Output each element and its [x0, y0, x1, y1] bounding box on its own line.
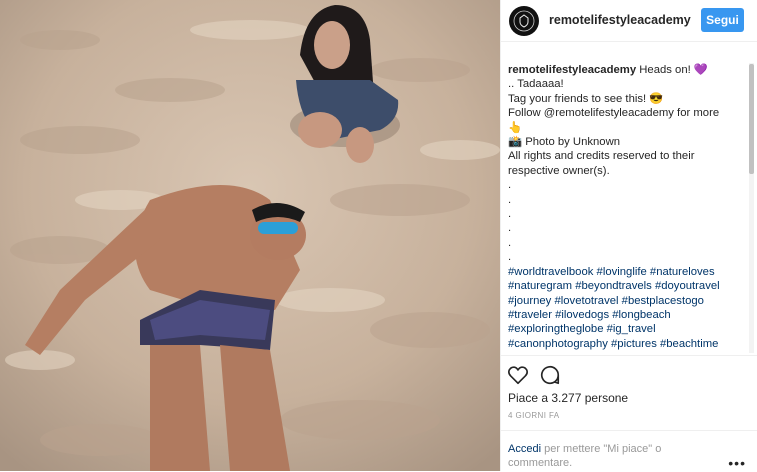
hashtag-line[interactable]: #journey #lovetotravel #bestplacestogo: [508, 294, 733, 308]
action-bar: [501, 355, 757, 385]
caption-line: 👆: [508, 121, 523, 134]
caption-line: 📸 Photo by Unknown: [508, 136, 621, 149]
post-date: 4 GIORNI FA: [508, 411, 560, 420]
caption-area: remotelifestyleacademy Heads on! 💜 .. Ta…: [508, 63, 733, 353]
comment-icon[interactable]: [539, 364, 561, 386]
heart-icon[interactable]: [507, 364, 529, 386]
post-sidebar: remotelifestyleacademy Segui remotelifes…: [500, 0, 757, 471]
add-comment-bar: Accedi per mettere "Mi piace" o commenta…: [501, 430, 757, 472]
caption-text: Heads on! 💜: [639, 64, 708, 76]
follow-button[interactable]: Segui: [701, 8, 744, 32]
caption-line: .: [508, 222, 512, 235]
likes-count[interactable]: Piace a 3.277 persone: [508, 391, 628, 405]
brand-logo-icon: [513, 10, 535, 32]
caption-line: Follow @remotelifestyleacademy for more: [508, 107, 720, 120]
caption-line: .: [508, 251, 512, 264]
hashtag-line[interactable]: #naturegram #beyondtravels #doyoutravel: [508, 279, 733, 293]
hashtag-line[interactable]: #worldtravelbook #lovinglife #naturelove…: [508, 265, 733, 279]
avatar[interactable]: [509, 6, 539, 36]
hashtag-line[interactable]: #exploringtheglobe #ig_travel: [508, 322, 733, 336]
post-photo[interactable]: [0, 0, 500, 471]
caption-lines: .. Tadaaaa! Tag your friends to see this!…: [508, 77, 733, 264]
more-options-icon[interactable]: •••: [728, 455, 746, 471]
caption-username[interactable]: remotelifestyleacademy: [508, 64, 636, 76]
caption-line: .: [508, 179, 512, 192]
caption-line: All rights and credits reserved to their: [508, 150, 695, 163]
beach-photo: [0, 0, 500, 471]
post-header: remotelifestyleacademy Segui: [501, 0, 757, 42]
add-comment-text: Accedi per mettere "Mi piace" o commenta…: [508, 442, 708, 470]
hashtag-line[interactable]: #traveler #ilovedogs #longbeach: [508, 308, 733, 322]
hashtag-list: #worldtravelbook #lovinglife #naturelove…: [508, 265, 733, 353]
caption-line: .: [508, 236, 512, 249]
caption-line: .: [508, 208, 512, 221]
caption-line: respective owner(s).: [508, 164, 610, 177]
hashtag-line[interactable]: #canonphotography #pictures #beachtime: [508, 337, 733, 351]
caption-line: .: [508, 193, 512, 206]
scrollbar-thumb[interactable]: [749, 64, 754, 174]
header-username[interactable]: remotelifestyleacademy: [549, 13, 691, 27]
login-link[interactable]: Accedi: [508, 443, 541, 455]
hashtag-line[interactable]: #worldtravelers #mytravelgram #instatrav…: [508, 351, 733, 353]
caption-line: Tag your friends to see this! 😎: [508, 92, 664, 105]
caption-line: .. Tadaaaa!: [508, 78, 564, 91]
caption-first-line: remotelifestyleacademy Heads on! 💜: [508, 63, 733, 77]
